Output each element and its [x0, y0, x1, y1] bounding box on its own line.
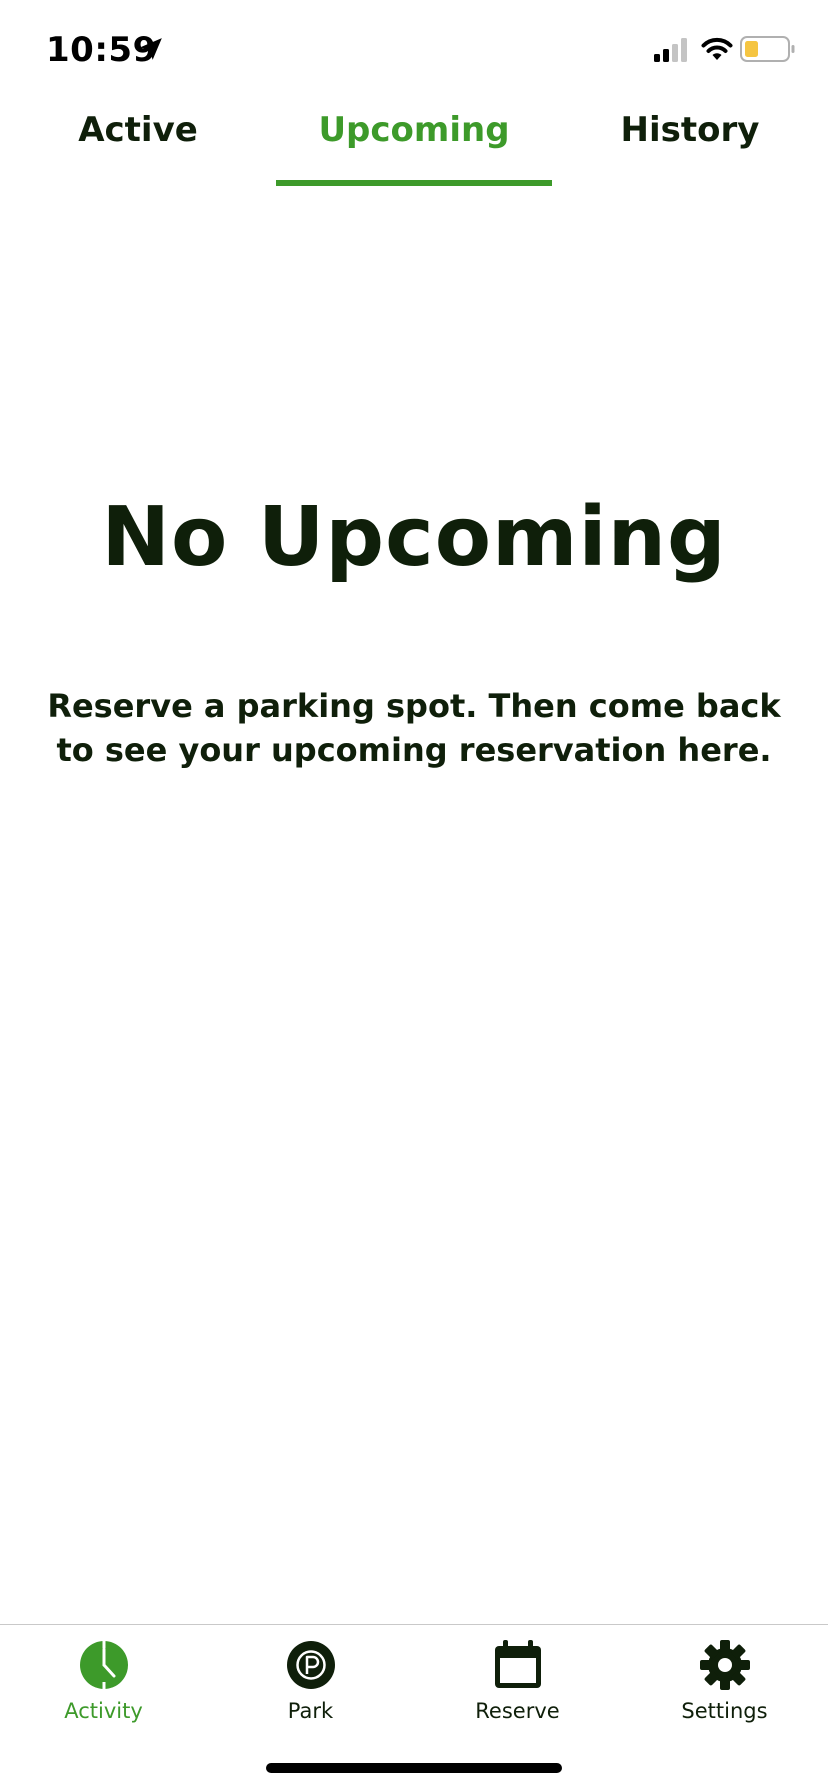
nav-item-park[interactable]: Park [207, 1639, 414, 1749]
clock-icon [79, 1641, 128, 1689]
home-indicator[interactable] [266, 1763, 562, 1773]
nav-label-settings: Settings [681, 1699, 768, 1723]
empty-state-title: No Upcoming [101, 490, 727, 585]
tab-selected-indicator [276, 180, 552, 186]
battery-icon [740, 36, 795, 62]
calendar-icon [494, 1640, 541, 1688]
status-bar: 10:59 [0, 0, 828, 100]
nav-label-activity: Activity [64, 1699, 143, 1723]
gear-icon [699, 1640, 750, 1690]
cellular-signal-icon [654, 38, 687, 62]
tab-active[interactable]: Active [0, 96, 276, 190]
segment-tabs: Active Upcoming History [0, 96, 828, 190]
nav-item-activity[interactable]: Activity [0, 1639, 207, 1749]
nav-label-park: Park [287, 1699, 334, 1723]
nav-item-reserve[interactable]: Reserve [414, 1639, 621, 1749]
nav-item-settings[interactable]: Settings [621, 1639, 828, 1749]
empty-state-message: Reserve a parking spot. Then come back t… [47, 687, 781, 769]
location-arrow-icon [140, 38, 162, 60]
parking-icon [286, 1641, 335, 1689]
tab-upcoming[interactable]: Upcoming [276, 96, 552, 190]
tab-history[interactable]: History [552, 96, 828, 190]
nav-label-reserve: Reserve [475, 1699, 560, 1723]
wifi-icon [701, 37, 733, 60]
